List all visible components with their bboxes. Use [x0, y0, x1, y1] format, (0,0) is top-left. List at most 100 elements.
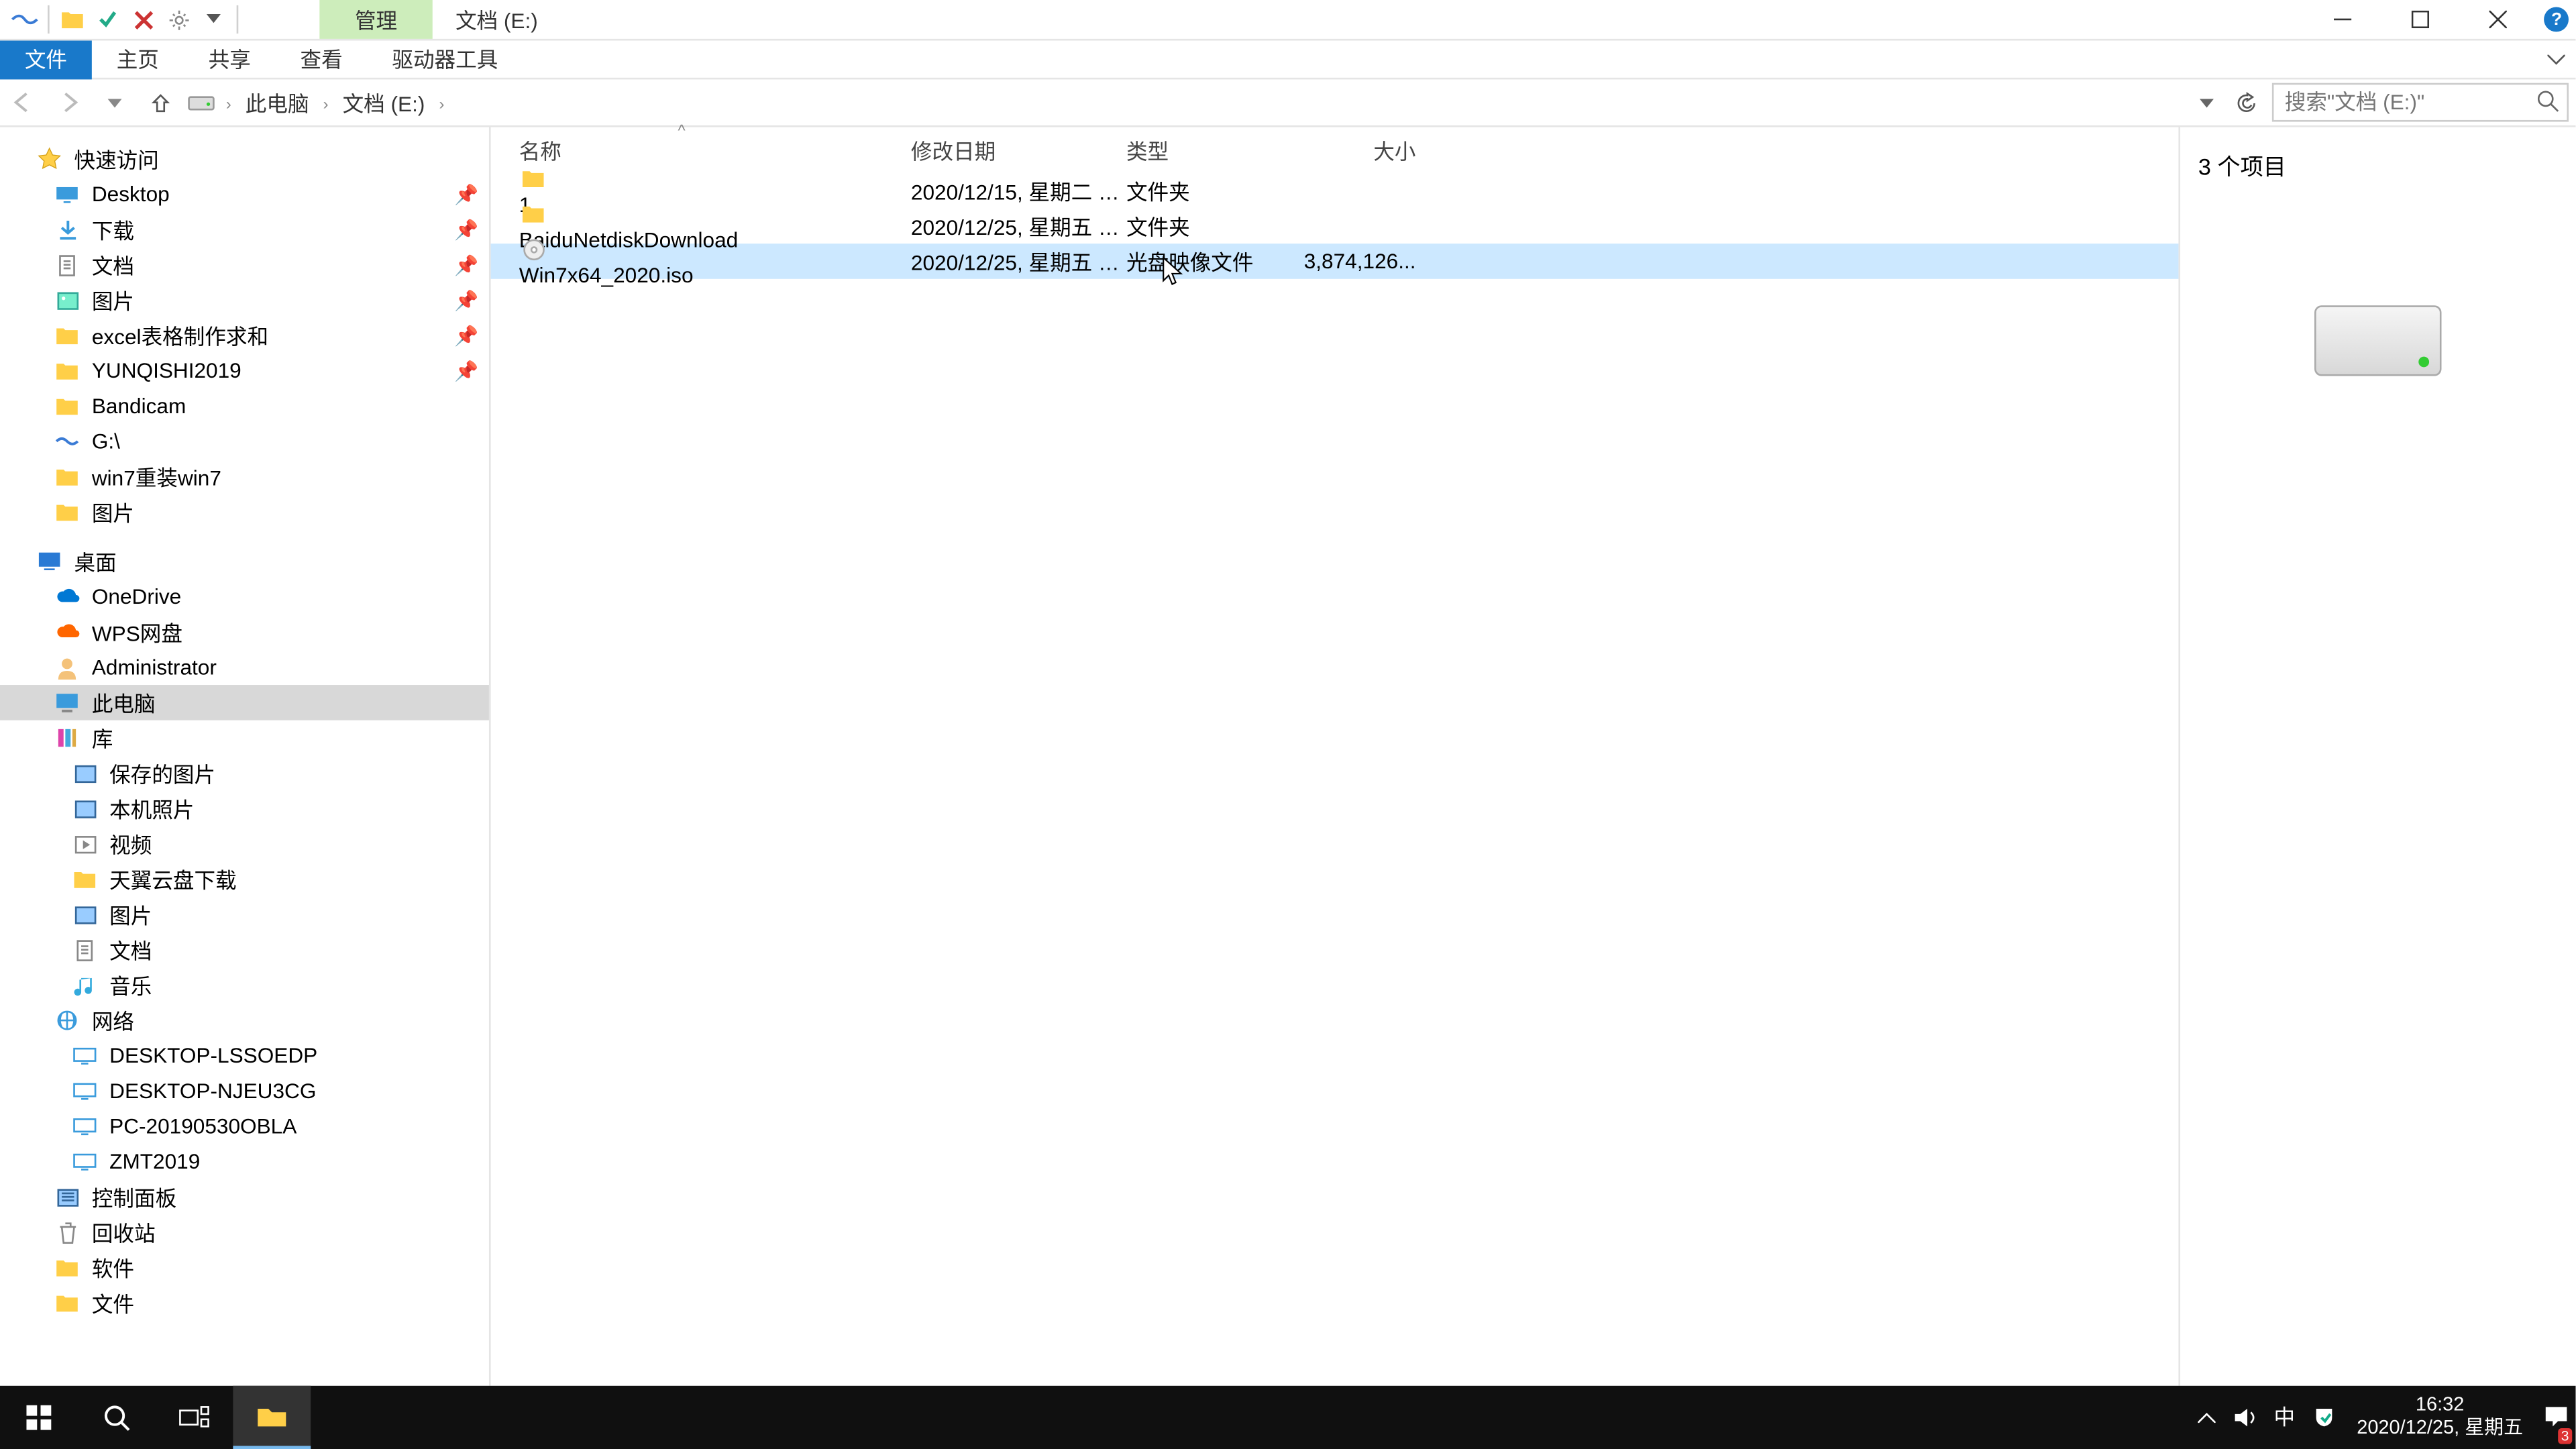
nav-item[interactable]: YUNQISHI2019📌	[0, 353, 489, 388]
nav-item[interactable]: excel表格制作求和📌	[0, 318, 489, 354]
nav-item[interactable]: 库	[0, 720, 489, 756]
nav-item[interactable]: WPS网盘	[0, 614, 489, 650]
nav-item[interactable]: win7重装win7	[0, 459, 489, 494]
nav-label: Bandicam	[92, 394, 186, 419]
nav-desktop-root[interactable]: 桌面	[0, 544, 489, 580]
ribbon-tab-drive[interactable]: 驱动器工具	[368, 40, 523, 78]
tray-overflow-icon[interactable]	[2188, 1385, 2226, 1449]
qat-gear-icon[interactable]	[160, 2, 196, 38]
file-list[interactable]: 名称^ 修改日期 类型 大小 12020/12/15, 星期二 1...文件夹B…	[491, 127, 2179, 1385]
nav-item[interactable]: PC-20190530OBLA	[0, 1109, 489, 1144]
nav-history-dropdown[interactable]	[92, 79, 138, 125]
nav-item[interactable]: 图片	[0, 494, 489, 530]
search-input[interactable]	[2274, 90, 2567, 115]
cpl-icon	[53, 1183, 81, 1211]
nav-item[interactable]: 本机照片	[0, 791, 489, 826]
ime-indicator[interactable]: 中	[2265, 1385, 2304, 1449]
ribbon-tab-file[interactable]: 文件	[0, 40, 92, 78]
ribbon-tab-view[interactable]: 查看	[276, 40, 368, 78]
nav-item[interactable]: 软件	[0, 1250, 489, 1285]
nav-item[interactable]: Administrator	[0, 649, 489, 685]
close-button[interactable]	[2459, 0, 2537, 39]
pin-icon: 📌	[454, 360, 478, 382]
breadcrumb-bar[interactable]: › 此电脑 › 文档 (E:) ›	[184, 87, 2188, 117]
column-header-date[interactable]: 修改日期	[911, 135, 1126, 165]
file-row[interactable]: Win7x64_2020.iso2020/12/25, 星期五 1...光盘映像…	[491, 244, 2179, 279]
breadcrumb-item[interactable]: 文档 (E:)	[339, 87, 428, 117]
security-icon[interactable]	[2304, 1385, 2343, 1449]
refresh-button[interactable]	[2226, 83, 2265, 122]
task-view-button[interactable]	[156, 1385, 233, 1449]
nav-item[interactable]: 文件	[0, 1285, 489, 1321]
breadcrumb-item[interactable]: 此电脑	[242, 87, 313, 117]
nav-item[interactable]: 此电脑	[0, 685, 489, 720]
folder-icon	[70, 865, 99, 893]
nav-item[interactable]: 视频	[0, 826, 489, 862]
minimize-button[interactable]	[2304, 0, 2382, 39]
nav-quick-access[interactable]: 快速访问	[0, 142, 489, 177]
nav-up-button[interactable]	[138, 79, 183, 125]
start-button[interactable]	[0, 1385, 78, 1449]
nav-label: G:\	[92, 429, 120, 453]
app-icon[interactable]	[7, 2, 43, 38]
ribbon-minimize-icon[interactable]	[2537, 54, 2576, 64]
pic2-icon	[70, 759, 99, 788]
qat-folder-icon[interactable]	[55, 2, 91, 38]
search-button[interactable]	[78, 1385, 156, 1449]
nav-item[interactable]: Desktop📌	[0, 176, 489, 212]
nav-item[interactable]: ZMT2019	[0, 1144, 489, 1179]
column-header-name[interactable]: 名称^	[519, 135, 911, 165]
volume-icon[interactable]	[2226, 1385, 2265, 1449]
breadcrumb-chevron[interactable]: ›	[313, 90, 339, 115]
nav-item[interactable]: DESKTOP-NJEU3CG	[0, 1073, 489, 1109]
help-button[interactable]: ?	[2537, 0, 2576, 39]
qat-close-icon[interactable]	[125, 2, 161, 38]
pin-icon: 📌	[454, 254, 478, 276]
pin-icon: 📌	[454, 324, 478, 347]
nav-back-button[interactable]	[0, 79, 46, 125]
ribbon-context-tab[interactable]: 管理	[319, 0, 432, 39]
file-name: Win7x64_2020.iso	[519, 263, 694, 288]
nav-item[interactable]: Bandicam	[0, 388, 489, 424]
address-dropdown-icon[interactable]	[2188, 83, 2226, 122]
column-header-type[interactable]: 类型	[1126, 135, 1303, 165]
nav-item[interactable]: 保存的图片	[0, 755, 489, 791]
nav-item[interactable]: 图片	[0, 897, 489, 932]
nav-item[interactable]: 网络	[0, 1003, 489, 1038]
nav-item[interactable]: 音乐	[0, 967, 489, 1003]
breadcrumb-chevron[interactable]: ›	[215, 90, 241, 115]
ribbon-tab-share[interactable]: 共享	[184, 40, 276, 78]
maximize-button[interactable]	[2382, 0, 2460, 39]
nav-item[interactable]: 文档	[0, 932, 489, 967]
nav-label: Desktop	[92, 182, 170, 207]
nav-item[interactable]: OneDrive	[0, 579, 489, 614]
qat-dropdown-icon[interactable]	[196, 2, 231, 38]
nav-forward-button[interactable]	[46, 79, 91, 125]
nav-item[interactable]: 文档📌	[0, 247, 489, 282]
nav-label: 回收站	[92, 1217, 156, 1247]
ribbon-tab-home[interactable]: 主页	[92, 40, 184, 78]
doc-icon	[70, 936, 99, 964]
nav-item[interactable]: DESKTOP-LSSOEDP	[0, 1038, 489, 1073]
nav-item[interactable]: 下载📌	[0, 212, 489, 248]
nav-label: 此电脑	[92, 688, 156, 718]
qat-check-icon[interactable]	[90, 2, 125, 38]
action-center-icon[interactable]	[2537, 1385, 2576, 1449]
column-header-size[interactable]: 大小	[1303, 135, 1415, 165]
taskbar-explorer-button[interactable]	[233, 1385, 311, 1449]
search-box[interactable]	[2272, 83, 2569, 122]
folder-icon	[53, 321, 81, 350]
pin-icon: 📌	[454, 288, 478, 311]
search-icon[interactable]	[2537, 90, 2560, 113]
nav-item[interactable]: 控制面板	[0, 1179, 489, 1215]
navigation-pane[interactable]: 快速访问 Desktop📌下载📌文档📌图片📌excel表格制作求和📌YUNQIS…	[0, 127, 491, 1385]
nav-item[interactable]: 图片📌	[0, 282, 489, 318]
taskbar[interactable]: 中 16:32 2020/12/25, 星期五	[0, 1385, 2576, 1449]
cloud-blue-icon	[53, 582, 81, 610]
nav-item[interactable]: 回收站	[0, 1215, 489, 1250]
nav-item[interactable]: 天翼云盘下载	[0, 861, 489, 897]
netpc-icon	[70, 1077, 99, 1105]
taskbar-clock[interactable]: 16:32 2020/12/25, 星期五	[2343, 1394, 2537, 1440]
breadcrumb-chevron[interactable]: ›	[429, 90, 455, 115]
nav-item[interactable]: G:\	[0, 424, 489, 460]
